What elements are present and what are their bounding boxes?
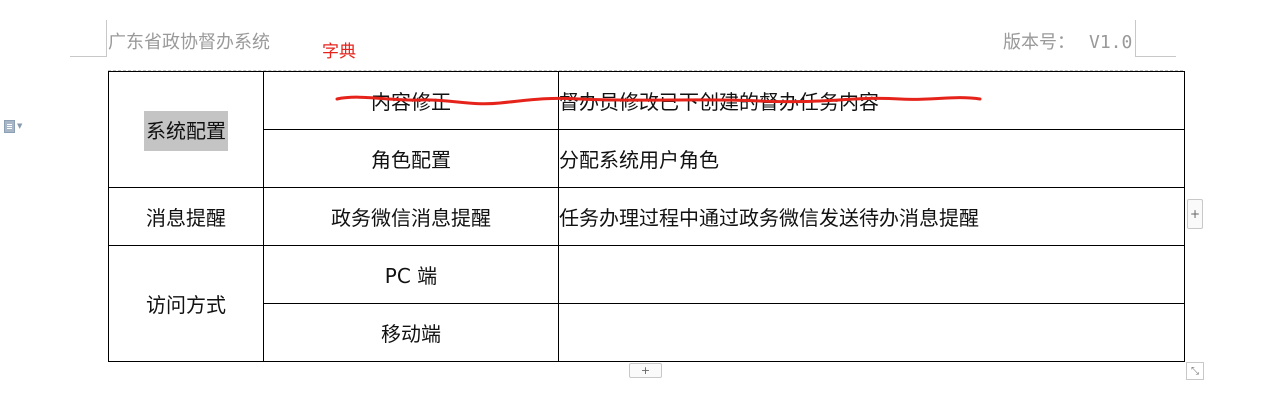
group-cell[interactable]: 访问方式 (108, 245, 264, 362)
table-row: 系统配置 内容修正 督办员修改已下创建的督办任务内容 (108, 71, 1185, 188)
item-label: 角色配置 (371, 148, 451, 172)
table-row: 访问方式 PC 端 (108, 245, 1185, 362)
table-row: 角色配置 分配系统用户角色 (109, 129, 1185, 188)
description-cell[interactable]: 分配系统用户角色 (558, 129, 1185, 188)
description-text: 分配系统用户角色 (559, 148, 719, 172)
add-column-button[interactable]: + (1187, 199, 1203, 229)
item-cell[interactable]: 角色配置 (263, 129, 559, 188)
header-title: 广东省政协督办系统 (108, 32, 270, 53)
description-cell[interactable] (558, 245, 1185, 304)
description-text: 任务办理过程中通过政务微信发送待办消息提醒 (559, 206, 979, 230)
description-cell[interactable]: 任务办理过程中通过政务微信发送待办消息提醒 (558, 187, 1185, 246)
page-corner-mark-top-right (1135, 20, 1176, 57)
handwritten-annotation: 字典 (322, 42, 356, 62)
document-icon[interactable]: ▼ (4, 119, 24, 133)
description-cell[interactable] (558, 303, 1185, 362)
table-row: 消息提醒 政务微信消息提醒 任务办理过程中通过政务微信发送待办消息提醒 (108, 187, 1185, 246)
group-label: 消息提醒 (146, 206, 226, 230)
group-label: 访问方式 (146, 293, 226, 317)
description-text: 督办员修改已下创建的督办任务内容 (559, 90, 879, 114)
page-corner-mark-top-left (70, 20, 107, 57)
item-cell[interactable]: 内容修正 (263, 71, 559, 130)
table-row: 移动端 (109, 303, 1185, 362)
group-cell[interactable]: 消息提醒 (108, 187, 264, 246)
version-info: 版本号： V1.0 (1003, 28, 1132, 54)
version-value: V1.0 (1089, 32, 1133, 53)
version-label: 版本号： (1003, 32, 1075, 53)
dictionary-table: 系统配置 内容修正 督办员修改已下创建的督办任务内容 角色配置 分配系统用户角色… (108, 71, 1185, 362)
item-cell[interactable]: PC 端 (263, 245, 559, 304)
item-label: 政务微信消息提醒 (331, 206, 491, 230)
chevron-down-icon: ▼ (17, 122, 23, 130)
group-cell[interactable]: 系统配置 (108, 71, 264, 188)
document-sheet-icon (4, 119, 15, 133)
item-cell[interactable]: 政务微信消息提醒 (263, 187, 559, 246)
item-label: 内容修正 (371, 90, 451, 114)
description-cell[interactable]: 督办员修改已下创建的督办任务内容 (558, 71, 1185, 130)
table-resize-handle[interactable]: ⤡ (1186, 362, 1204, 380)
group-label-highlighted: 系统配置 (144, 111, 228, 151)
item-cell[interactable]: 移动端 (263, 303, 559, 362)
item-label: PC 端 (384, 264, 438, 288)
item-label: 移动端 (381, 322, 441, 346)
add-row-button[interactable]: + (629, 363, 662, 378)
